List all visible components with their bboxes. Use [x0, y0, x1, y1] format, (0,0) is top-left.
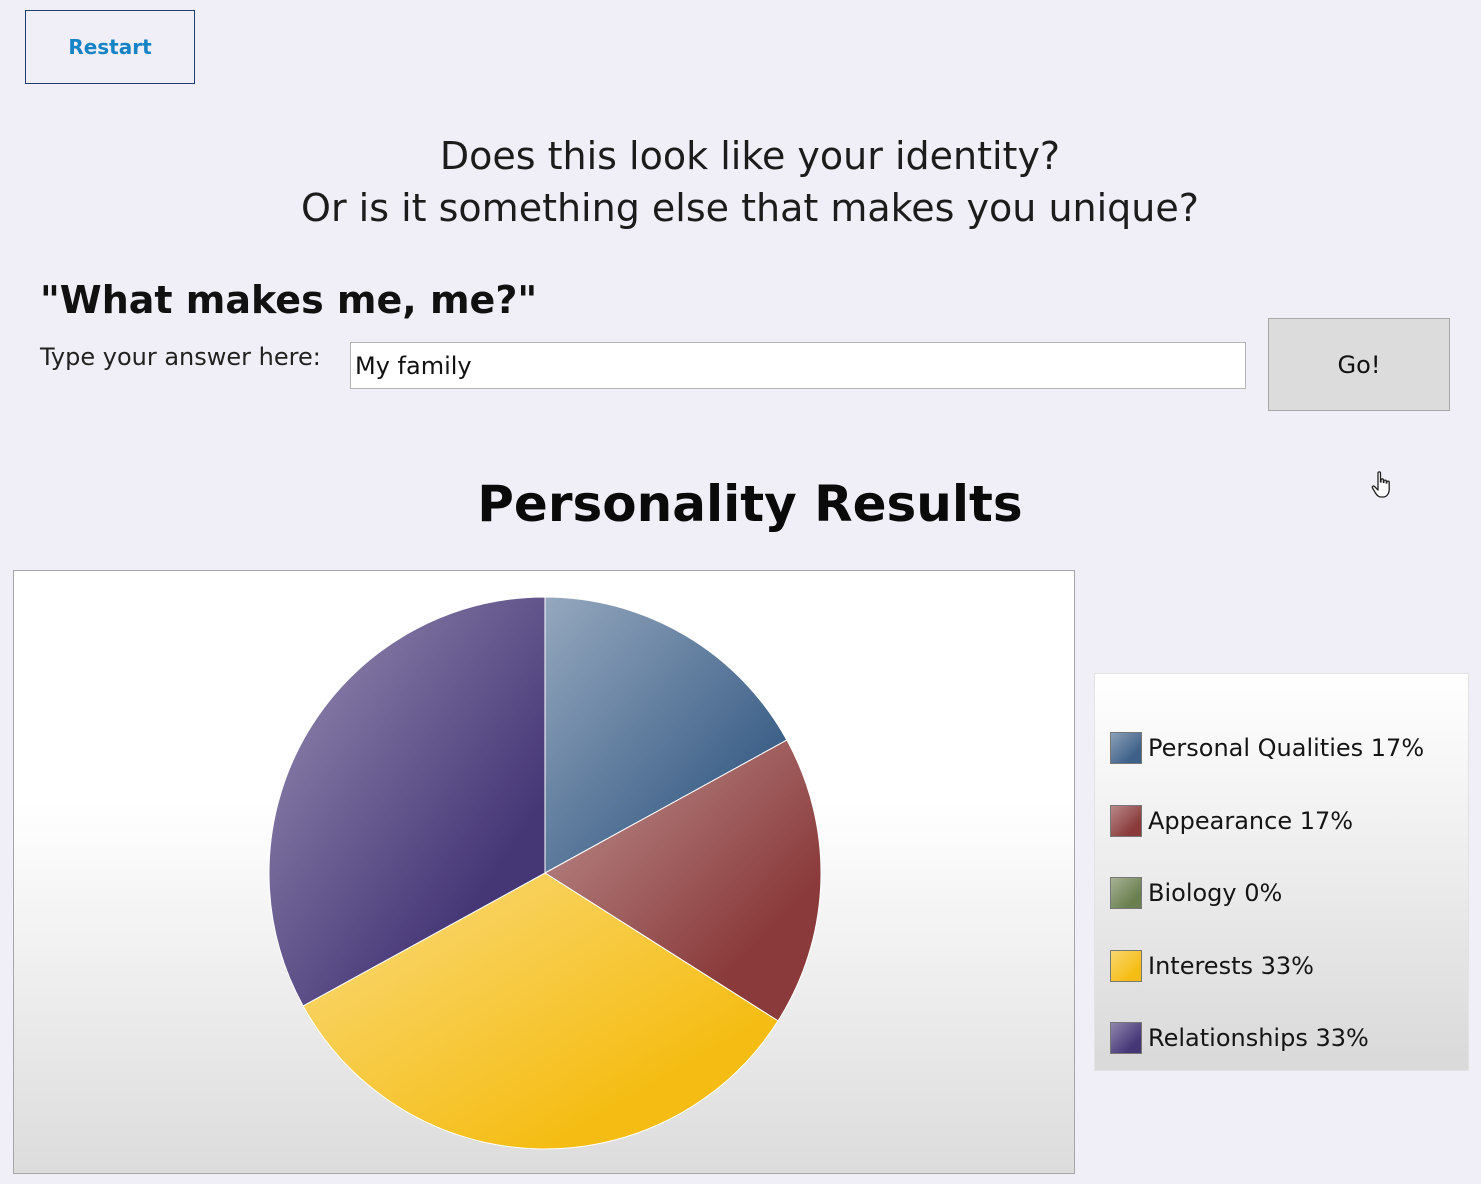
legend-swatch [1110, 1022, 1142, 1054]
chart-title: Personality Results [477, 475, 1023, 533]
legend-label: Appearance 17% [1148, 807, 1354, 835]
legend-label: Relationships 33% [1148, 1024, 1369, 1052]
chart-legend: Personal Qualities 17% Appearance 17% Biol… [1094, 673, 1469, 1071]
legend-swatch [1110, 877, 1142, 909]
legend-item-personal-qualities: Personal Qualities 17% [1110, 731, 1424, 765]
pie-chart-panel [13, 570, 1075, 1174]
restart-button[interactable]: Restart [25, 10, 195, 84]
legend-item-appearance: Appearance 17% [1110, 804, 1353, 838]
legend-swatch [1110, 732, 1142, 764]
legend-item-interests: Interests 33% [1110, 949, 1314, 983]
question-line-2: Or is it something else that makes you u… [301, 186, 1199, 230]
legend-item-relationships: Relationships 33% [1110, 1021, 1369, 1055]
personality-quiz-page: Restart Does this look like your identit… [0, 0, 1481, 1184]
legend-label: Biology 0% [1148, 879, 1283, 907]
answer-label: Type your answer here: [40, 343, 321, 371]
legend-item-biology: Biology 0% [1110, 876, 1282, 910]
question-line-1: Does this look like your identity? [439, 134, 1061, 178]
legend-label: Interests 33% [1148, 952, 1314, 980]
legend-label: Personal Qualities 17% [1148, 734, 1425, 762]
legend-swatch [1110, 805, 1142, 837]
legend-swatch [1110, 950, 1142, 982]
identity-question: Does this look like your identity? Or is… [0, 130, 1481, 234]
pie-chart [268, 596, 822, 1150]
go-button[interactable]: Go! [1268, 318, 1450, 411]
prompt-title: "What makes me, me?" [40, 278, 538, 322]
answer-input[interactable] [350, 342, 1246, 389]
